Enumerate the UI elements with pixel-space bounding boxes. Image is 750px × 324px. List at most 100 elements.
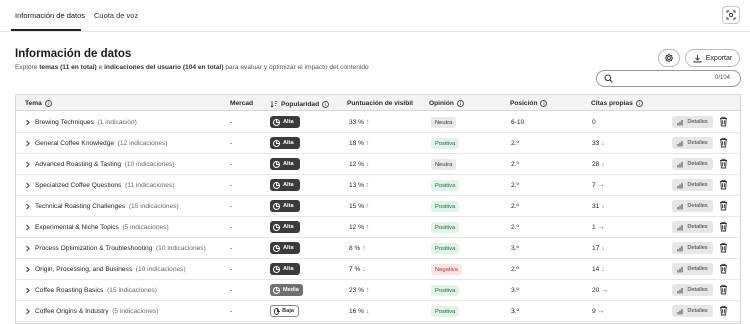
table-row[interactable]: Process Optimization & Troubleshooting (… (16, 238, 740, 259)
popularity-badge: Alta (270, 116, 300, 128)
details-button[interactable]: Detalles (672, 116, 713, 128)
visibility-cell: 33 % ↑ (349, 119, 369, 126)
info-icon[interactable]: i (44, 100, 52, 107)
settings-button[interactable] (658, 49, 680, 67)
trash-icon[interactable] (719, 200, 728, 211)
topic-prompt-count: (11 indicaciones) (125, 182, 175, 189)
details-button[interactable]: Detalles (672, 158, 713, 170)
info-icon[interactable]: i (635, 100, 643, 107)
bar-chart-icon (677, 287, 683, 293)
column-popularity[interactable]: Popularidad i (270, 100, 330, 108)
citations-cell: 14 ↓ (592, 266, 605, 273)
table-row[interactable]: General Coffee Knowledge (12 indicacione… (16, 133, 740, 154)
popularity-label: Alta (283, 161, 294, 167)
visibility-value: 7 % (349, 266, 361, 273)
popularity-label: Alta (283, 182, 294, 188)
popularity-label: Alta (283, 119, 294, 125)
trash-icon[interactable] (719, 263, 728, 274)
trend-down-icon: ↓ (601, 161, 605, 168)
details-label: Detalles (687, 140, 708, 146)
info-icon[interactable]: i (456, 100, 464, 107)
citations-cell: 1 → (592, 224, 605, 231)
column-citations[interactable]: Citas propias i (591, 100, 643, 107)
table-row[interactable]: Coffee Roasting Basics (15 indicaciones)… (16, 280, 740, 301)
citations-cell: 28 ↓ (592, 161, 605, 168)
trend-up-icon: ↑ (365, 140, 370, 147)
chevron-right-icon[interactable] (25, 182, 31, 189)
column-visibility[interactable]: Puntuación de visibil (347, 100, 413, 107)
clock-icon (273, 160, 280, 168)
trash-icon[interactable] (719, 305, 728, 316)
page-subtitle: Explore temas (11 en total) e indicacion… (15, 64, 369, 71)
visibility-cell: 8 % ↑ (349, 245, 366, 252)
details-button[interactable]: Detalles (672, 242, 713, 254)
trend-up-icon: ↑ (365, 203, 370, 210)
chevron-right-icon[interactable] (25, 203, 31, 210)
table-row[interactable]: Experimental & Niche Topics (5 indicacio… (16, 217, 740, 238)
table-row[interactable]: Origin, Processing, and Business (10 ind… (16, 259, 740, 280)
topic-cell: General Coffee Knowledge (12 indicacione… (35, 140, 168, 147)
trash-icon[interactable] (719, 116, 728, 127)
chevron-right-icon[interactable] (25, 161, 31, 168)
focus-button[interactable] (722, 6, 740, 24)
trend-down-icon: ↓ (601, 266, 605, 273)
table-row[interactable]: Technical Roasting Challenges (15 indica… (16, 196, 740, 217)
chevron-right-icon[interactable] (25, 119, 31, 126)
chevron-right-icon[interactable] (25, 224, 31, 231)
trash-icon[interactable] (719, 137, 728, 148)
citations-cell: 20 → (592, 287, 608, 294)
trash-icon[interactable] (719, 158, 728, 169)
chevron-right-icon[interactable] (25, 287, 31, 294)
column-market[interactable]: Mercad (230, 100, 253, 107)
table-row[interactable]: Specialized Coffee Questions (11 indicac… (16, 175, 740, 196)
trash-icon[interactable] (719, 242, 728, 253)
popularity-badge: Alta (270, 158, 300, 170)
column-position[interactable]: Posición i (510, 100, 548, 107)
trash-icon[interactable] (719, 221, 728, 232)
details-button[interactable]: Detalles (672, 137, 713, 149)
column-position-label: Posición (510, 100, 538, 107)
trend-flat-icon: → (597, 308, 605, 315)
tab-share-of-voice[interactable]: Cuota de voz (94, 11, 138, 20)
info-icon[interactable]: i (540, 100, 548, 107)
tab-data-insights[interactable]: Información de datos (15, 11, 85, 20)
details-button[interactable]: Detalles (672, 179, 713, 191)
popularity-label: Alta (283, 266, 294, 272)
trend-flat-icon: → (601, 287, 609, 294)
citations-value: 20 (592, 287, 600, 294)
popularity-label: Alta (283, 203, 294, 209)
details-button[interactable]: Detalles (672, 200, 713, 212)
column-topic[interactable]: Tema i (25, 100, 52, 107)
page-title: Información de datos (15, 48, 132, 60)
citations-cell: 9 → (592, 308, 605, 315)
chevron-right-icon[interactable] (25, 140, 31, 147)
details-button[interactable]: Detalles (672, 284, 713, 296)
chevron-right-icon[interactable] (25, 266, 31, 273)
search-input[interactable]: 0/104 (596, 70, 741, 87)
details-button[interactable]: Detalles (672, 305, 713, 317)
export-button[interactable]: Exportar (685, 49, 740, 67)
topic-prompt-count: (5 indicaciones) (112, 308, 159, 315)
popularity-label: Baja (282, 308, 294, 314)
position-cell: 2.º (511, 224, 519, 231)
visibility-value: 16 % (349, 308, 365, 315)
sentiment-badge: Neutra (431, 117, 457, 128)
column-sentiment[interactable]: Opinión i (429, 100, 464, 107)
chevron-right-icon[interactable] (25, 245, 31, 252)
market-cell: - (230, 266, 233, 273)
table-row[interactable]: Brewing Techniques (1 indicación) - Alta… (16, 112, 740, 133)
column-popularity-label: Popularidad (281, 100, 320, 108)
chevron-right-icon[interactable] (25, 308, 31, 315)
visibility-cell: 15 % ↑ (349, 203, 369, 210)
details-label: Detalles (687, 287, 708, 293)
trash-icon[interactable] (719, 284, 728, 295)
details-button[interactable]: Detalles (672, 221, 713, 233)
details-label: Detalles (687, 161, 708, 167)
table-row[interactable]: Advanced Roasting & Tasting (10 indicaci… (16, 154, 740, 175)
clock-icon (273, 181, 280, 189)
trend-down-icon: ↓ (365, 161, 370, 168)
details-label: Detalles (687, 203, 708, 209)
info-icon[interactable]: i (322, 100, 330, 108)
trash-icon[interactable] (719, 179, 728, 190)
details-button[interactable]: Detalles (672, 263, 713, 275)
